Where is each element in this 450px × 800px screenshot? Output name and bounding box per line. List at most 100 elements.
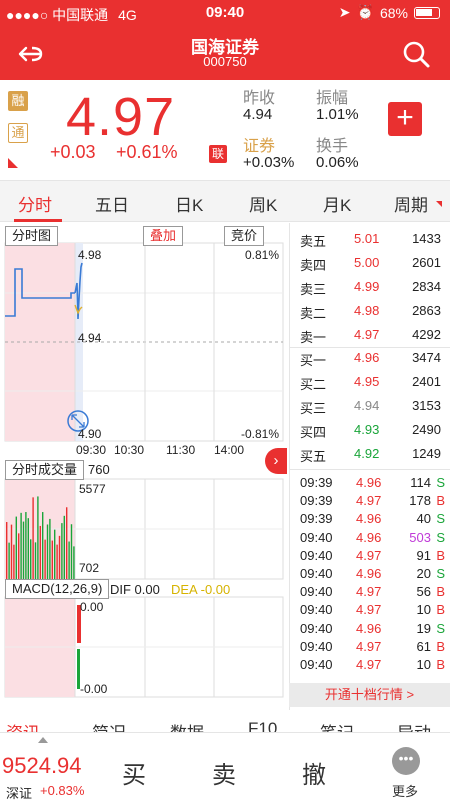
- tick-side: B: [436, 547, 445, 563]
- price-high-label: 4.98: [78, 248, 102, 262]
- add-watchlist-button[interactable]: +: [388, 102, 422, 136]
- quote-panel: 融 通 4.97 +0.03 +0.61% 联 昨收 4.94 振幅 1.01%…: [0, 80, 450, 175]
- volume-bar: [56, 544, 58, 579]
- volume-bar: [22, 521, 25, 579]
- book-volume: 2401: [412, 374, 441, 389]
- tick-volume: 178: [409, 493, 431, 509]
- index-name: 深证: [6, 786, 33, 800]
- more-label[interactable]: 更多: [392, 781, 418, 800]
- expand-index-icon[interactable]: [38, 737, 48, 743]
- tab-month-k[interactable]: 月K: [323, 191, 351, 216]
- info-subnav: 资讯 简况 数据 F10 笔记 异动: [0, 718, 450, 732]
- volume-bar: [39, 525, 41, 579]
- book-volume: 1433: [412, 231, 441, 246]
- bid-row[interactable]: 买五 4.92 1249: [290, 446, 450, 466]
- bid-row[interactable]: 买二 4.95 2401: [290, 374, 450, 394]
- tick-row: 09:40 4.97 91 B: [290, 548, 450, 565]
- ask-row[interactable]: 卖二 4.98 2863: [290, 303, 450, 323]
- prev-close-label: 昨收: [243, 90, 276, 107]
- current-price: 4.97: [66, 87, 176, 147]
- subnav-data[interactable]: 数据: [170, 719, 204, 732]
- period-dropdown-icon: [436, 201, 442, 207]
- open-level10-button[interactable]: 开通十档行情 >: [289, 683, 450, 707]
- order-book: 卖五 5.01 1433 卖四 5.00 2601 卖三 4.99 2834 卖二 4.98 2863…: [289, 223, 450, 710]
- volume-bar: [32, 497, 34, 579]
- linkage-badge[interactable]: 联: [209, 145, 227, 163]
- tick-price: 4.97: [356, 602, 382, 618]
- subnav-notes[interactable]: 笔记: [320, 719, 354, 732]
- subnav-alerts[interactable]: 异动: [397, 719, 431, 732]
- subnav-f10[interactable]: F10: [248, 719, 277, 732]
- macd-chip[interactable]: MACD(12,26,9): [5, 579, 110, 599]
- overlay-button[interactable]: 叠加: [143, 226, 184, 246]
- volume-bar: [20, 512, 22, 579]
- tick-row: 09:40 4.96 503 S: [290, 530, 450, 547]
- tick-price: 4.96: [356, 511, 382, 527]
- volume-value: 760: [88, 462, 110, 477]
- tick-volume: 91: [416, 547, 431, 563]
- time-label: 14:00: [214, 443, 245, 457]
- book-price: 4.95: [354, 374, 380, 389]
- tick-volume: 114: [410, 475, 431, 490]
- tab-timeshare[interactable]: 分时: [18, 191, 52, 216]
- book-divider: [290, 469, 450, 470]
- volume-bar: [58, 535, 61, 579]
- book-volume: 1249: [412, 446, 441, 461]
- ask-row[interactable]: 卖五 5.01 1433: [290, 231, 450, 251]
- book-price: 4.93: [354, 422, 380, 437]
- volume-bar: [37, 496, 39, 579]
- tick-time: 09:40: [300, 566, 333, 581]
- book-level-label: 买二: [300, 377, 327, 392]
- ask-row[interactable]: 卖三 4.99 2834: [290, 279, 450, 299]
- time-label: 11:30: [166, 443, 196, 457]
- tab-week-k[interactable]: 周K: [249, 191, 277, 216]
- book-volume: 3153: [412, 398, 441, 413]
- subnav-news[interactable]: 资讯: [6, 719, 40, 732]
- tick-volume: 10: [416, 602, 431, 618]
- volume-bar: [51, 540, 53, 579]
- tick-volume: 40: [416, 511, 431, 527]
- tick-price: 4.97: [356, 638, 382, 654]
- sell-button[interactable]: 卖: [212, 755, 236, 790]
- tick-volume: 503: [409, 529, 431, 545]
- book-divider: [290, 347, 450, 348]
- tab-period[interactable]: 周期: [394, 191, 428, 216]
- tick-side: B: [436, 493, 445, 509]
- tab-five-day[interactable]: 五日: [95, 191, 129, 216]
- bid-row[interactable]: 买四 4.93 2490: [290, 422, 450, 442]
- cancel-order-button[interactable]: 撤: [302, 755, 326, 790]
- book-volume: 3474: [412, 350, 441, 365]
- tick-time: 09:40: [300, 529, 333, 545]
- subnav-profile[interactable]: 简况: [92, 719, 126, 732]
- book-volume: 2490: [412, 422, 441, 437]
- tick-time: 09:40: [300, 584, 333, 600]
- book-level-label: 买五: [300, 449, 327, 464]
- tick-time: 09:40: [300, 602, 333, 618]
- buy-button[interactable]: 买: [122, 755, 146, 790]
- tick-volume: 56: [416, 584, 431, 600]
- volume-bar: [6, 522, 8, 579]
- tick-side: B: [436, 602, 445, 618]
- price-mid-label: 4.94: [78, 331, 102, 345]
- tick-volume: 61: [416, 638, 431, 654]
- expand-chart-button[interactable]: ›: [265, 448, 287, 474]
- macd-low-label: -0.00: [80, 682, 108, 696]
- bid-row[interactable]: 买三 4.94 3153: [290, 398, 450, 418]
- book-volume: 2834: [412, 279, 441, 294]
- auction-button[interactable]: 竞价: [224, 226, 265, 246]
- bid-row[interactable]: 买一 4.96 3474: [290, 350, 450, 370]
- ask-row[interactable]: 卖四 5.00 2601: [290, 255, 450, 275]
- sector-label[interactable]: 证券: [243, 132, 275, 156]
- index-value[interactable]: 9524.94: [2, 753, 82, 779]
- battery-percent: 68%: [379, 4, 408, 21]
- ellipsis-icon[interactable]: •••: [392, 747, 420, 775]
- search-icon[interactable]: [400, 38, 432, 70]
- volume-chip[interactable]: 分时成交量: [5, 460, 85, 480]
- timeshare-chip[interactable]: 分时图: [5, 226, 59, 246]
- volume-bar: [44, 539, 46, 579]
- tick-volume: 10: [416, 657, 431, 672]
- tick-time: 09:39: [300, 493, 333, 509]
- tab-day-k[interactable]: 日K: [175, 191, 203, 216]
- stock-code: 000750: [203, 54, 247, 69]
- ask-row[interactable]: 卖一 4.97 4292: [290, 327, 450, 347]
